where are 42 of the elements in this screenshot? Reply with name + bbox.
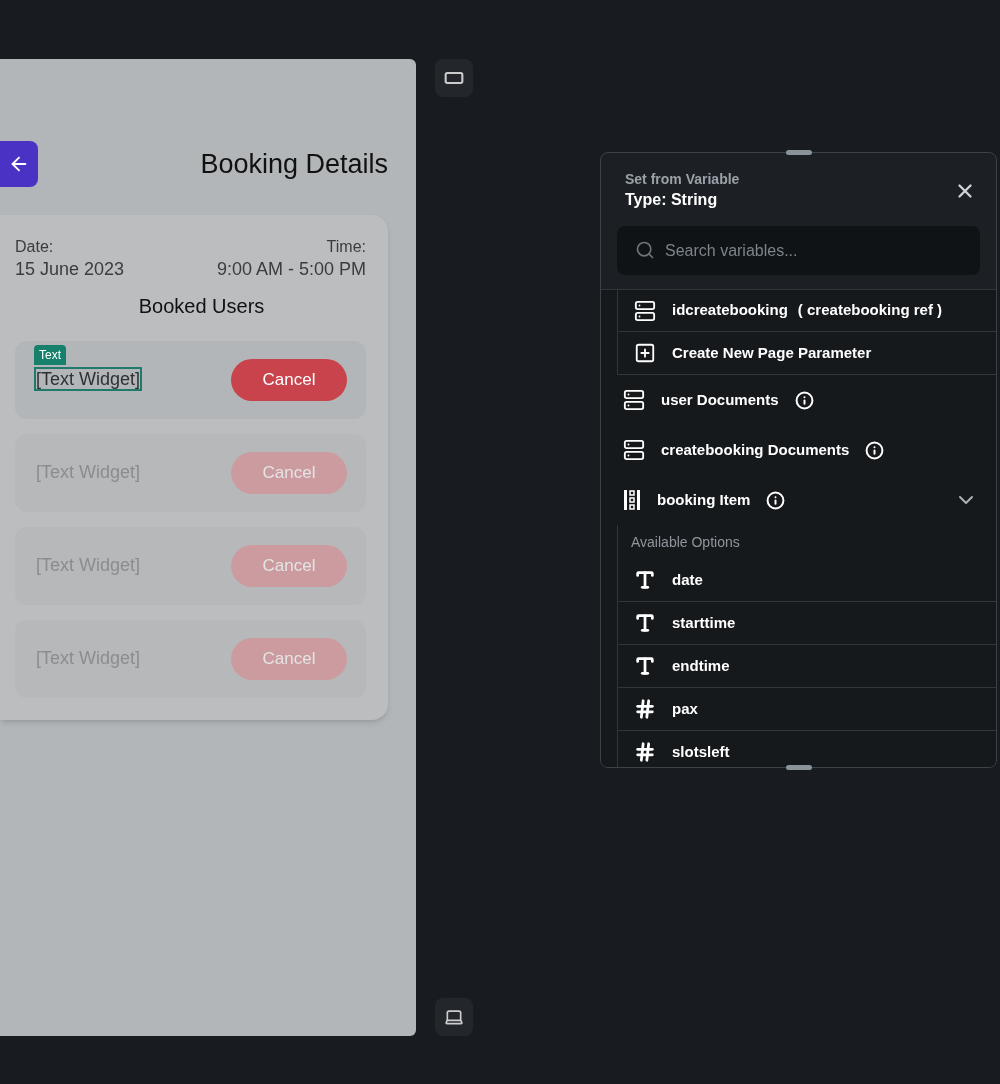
number-icon [634,698,656,720]
options-label: Available Options [630,532,741,552]
search-icon [635,240,655,260]
list-icon [623,489,641,511]
time-label: Time: [326,237,366,257]
page-title: Booking Details [200,147,388,181]
option-item[interactable]: starttime [618,602,996,645]
tablet-view-button[interactable] [435,59,473,97]
date-label: Date: [15,237,55,257]
variable-item[interactable]: Create New Page Parameter [618,332,996,374]
desktop-view-button[interactable] [435,998,473,1036]
search-field[interactable]: Search variables... [617,226,980,275]
text-type-icon [634,612,656,634]
variable-item[interactable]: idcreatebooking ( createbooking ref ) [618,290,996,332]
option-item[interactable]: endtime [618,645,996,688]
resize-handle[interactable] [785,150,812,155]
info-icon[interactable] [794,390,814,410]
panel-title: Type: String [625,190,719,210]
database-icon [634,299,656,322]
variable-item[interactable]: createbooking Documents [601,425,996,475]
cancel-button[interactable]: Cancel [231,359,347,401]
info-icon[interactable] [766,490,786,510]
widget-tag: Text [34,345,66,365]
section-title: Booked Users [138,294,265,319]
text-type-icon [634,569,656,591]
option-item[interactable]: pax [618,688,996,731]
back-button[interactable] [0,141,38,187]
laptop-icon [444,1007,464,1027]
date-value: 15 June 2023 [15,258,125,281]
database-icon [623,439,645,461]
text-type-icon [634,655,656,677]
panel-subtitle: Set from Variable [625,170,740,188]
add-icon [634,342,656,364]
user-name-text: [Text Widget] [34,367,143,391]
database-icon [623,389,645,411]
variable-item[interactable]: booking Item [601,475,996,525]
time-value: 9:00 AM - 5:00 PM [216,258,366,281]
resize-handle[interactable] [785,765,812,770]
info-icon[interactable] [865,440,885,460]
variable-item[interactable]: user Documents [601,375,996,425]
option-item[interactable]: date [618,559,996,602]
number-icon [634,741,656,763]
